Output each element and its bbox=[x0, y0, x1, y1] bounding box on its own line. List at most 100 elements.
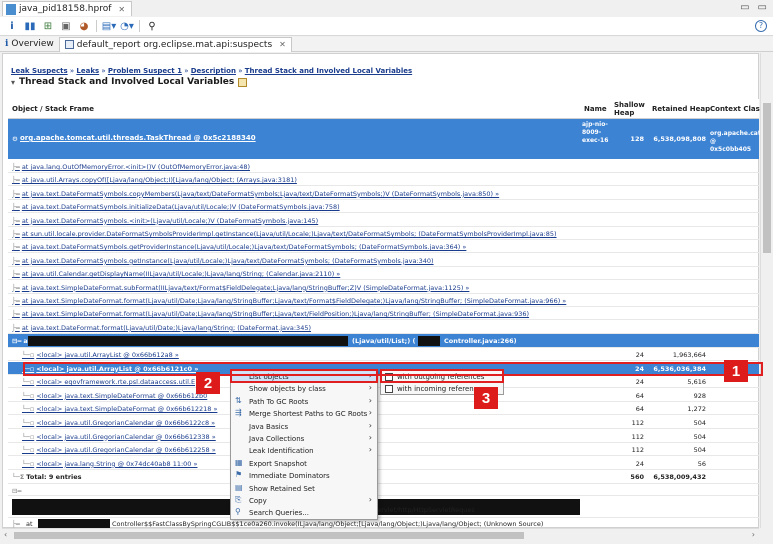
stack-frame-label[interactable]: at java.text.DateFormatSymbols.initializ… bbox=[22, 203, 340, 211]
menu-item-copy[interactable]: ⎘ Copy › bbox=[231, 495, 377, 507]
copy-icon[interactable] bbox=[238, 77, 248, 87]
stack-frame-row[interactable]: )Ljavax/servlet/http/HttpServletReques bbox=[8, 496, 759, 518]
top-consumers-icon[interactable]: ◕ bbox=[78, 20, 90, 32]
menu-item-label: Leak Identification bbox=[249, 447, 314, 456]
close-icon[interactable]: ✕ bbox=[118, 5, 125, 14]
local-variable-label[interactable]: <local> java.util.ArrayList @ 0x66b612a8… bbox=[36, 351, 179, 359]
stack-frame-label[interactable]: at java.util.Calendar.getDisplayName(IIL… bbox=[22, 270, 340, 278]
breadcrumb-leaks[interactable]: Leaks bbox=[76, 67, 99, 75]
scroll-right-icon[interactable]: › bbox=[752, 530, 755, 539]
local-variable-row[interactable]: └─▫ <local> java.util.ArrayList @ 0x66b61… bbox=[8, 348, 759, 361]
menu-item-java-collections[interactable]: Java Collections › bbox=[231, 433, 377, 445]
local-variable-label[interactable]: <local> java.util.GregorianCalendar @ 0x… bbox=[36, 419, 215, 427]
local-variable-row[interactable]: └─▫ <local> java.lang.String @ 0x74dc40ab… bbox=[8, 457, 759, 470]
local-variable-row[interactable]: └─▫ <local> java.util.GregorianCalendar @… bbox=[8, 416, 759, 429]
local-variable-label[interactable]: <local> java.util.GregorianCalendar @ 0x… bbox=[36, 433, 215, 441]
search-icon[interactable]: ⚲ bbox=[146, 20, 158, 32]
scroll-thumb[interactable] bbox=[763, 103, 771, 253]
local-variable-label[interactable]: <local> java.text.SimpleDateFormat @ 0x6… bbox=[36, 392, 207, 400]
shallow-heap-value: 112 bbox=[631, 446, 644, 455]
oql-icon[interactable]: ▣ bbox=[60, 20, 72, 32]
local-variable-label[interactable]: <local> eqovframework.rte.psl.dataaccess… bbox=[36, 378, 195, 386]
minimize-icon[interactable]: ▭ bbox=[740, 2, 749, 13]
breadcrumb-problem-suspect[interactable]: Problem Suspect 1 bbox=[108, 67, 182, 75]
local-variable-label[interactable]: <local> java.util.GregorianCalendar @ 0x… bbox=[36, 446, 215, 454]
tab-default-report[interactable]: default_report org.eclipse.mat.api:suspe… bbox=[58, 36, 292, 52]
object-icon: └─▫ bbox=[22, 405, 35, 414]
thread-row[interactable]: ⚙ org.apache.tomcat.util.threads.TaskThr… bbox=[8, 119, 761, 159]
object-icon: └─▫ bbox=[22, 351, 35, 359]
section-title: ▾ Thread Stack and Involved Local Variab… bbox=[11, 77, 248, 87]
menu-item-show-retained-set[interactable]: ▤ Show Retained Set bbox=[231, 483, 377, 495]
column-object[interactable]: Object / Stack Frame bbox=[12, 99, 94, 119]
menu-item-search-queries[interactable]: ⚲ Search Queries... bbox=[231, 507, 377, 519]
tree-line-icon: ├═ bbox=[12, 230, 20, 238]
info-icon[interactable]: i bbox=[6, 20, 18, 32]
stack-frame-row[interactable]: ├═ at java.text.SimpleDateFormat.subForma… bbox=[8, 281, 759, 294]
stack-frame-label[interactable]: at java.text.SimpleDateFormat.format(Lja… bbox=[22, 297, 566, 305]
menu-item-java-basics[interactable]: Java Basics › bbox=[231, 421, 377, 433]
scroll-thumb[interactable] bbox=[14, 532, 524, 539]
collapse-icon[interactable]: ▾ bbox=[11, 78, 15, 87]
total-label: Total: 9 entries bbox=[26, 473, 82, 481]
breadcrumb-thread-stack[interactable]: Thread Stack and Involved Local Variable… bbox=[245, 67, 412, 75]
stack-frame-row[interactable]: ⊟═ bbox=[8, 484, 759, 496]
menu-item-show-objects-by-class[interactable]: Show objects by class › bbox=[231, 383, 377, 395]
stack-frame-label[interactable]: at java.text.SimpleDateFormat.format(Lja… bbox=[22, 310, 529, 318]
shallow-heap-value: 112 bbox=[631, 432, 644, 441]
maximize-icon[interactable]: ▭ bbox=[758, 2, 767, 13]
breadcrumb-leak-suspects[interactable]: Leak Suspects bbox=[11, 67, 68, 75]
stack-frame-label[interactable]: at java.text.DateFormat.format(Ljava/uti… bbox=[22, 324, 311, 332]
local-variable-label[interactable]: <local> java.lang.String @ 0x74dc40ab8 1… bbox=[36, 460, 197, 468]
vertical-scrollbar[interactable] bbox=[760, 53, 772, 528]
stack-frame-label[interactable]: at java.text.DateFormatSymbols.<init>(Lj… bbox=[22, 217, 318, 225]
tree-line-icon: ├═ bbox=[12, 163, 20, 171]
controller-frame-row[interactable]: ⊟═ at (Ljava/util/List;) ( Controller.ja… bbox=[8, 334, 759, 348]
menu-item-immediate-dominators[interactable]: ⚑ Immediate Dominators bbox=[231, 470, 377, 482]
tab-overview[interactable]: i Overview bbox=[0, 37, 59, 52]
histogram-icon[interactable]: ▮▮ bbox=[24, 20, 36, 32]
stack-frame-row[interactable]: ├═ at java.text.SimpleDateFormat.format(L… bbox=[8, 294, 759, 307]
query-browser-icon[interactable]: ▤▾ bbox=[102, 20, 116, 32]
stack-frame-row[interactable]: ├═ at java.text.DateFormatSymbols.getInst… bbox=[8, 254, 759, 267]
stack-frame-row[interactable]: ├═ at java.text.DateFormatSymbols.initial… bbox=[8, 200, 759, 214]
stack-frame-label[interactable]: at java.lang.OutOfMemoryError.<init>()V … bbox=[22, 163, 250, 171]
column-shallow-heap[interactable]: Shallow Heap bbox=[614, 99, 648, 119]
menu-item-export-snapshot[interactable]: ▦ Export Snapshot bbox=[231, 458, 377, 470]
local-variable-label[interactable]: <local> java.text.SimpleDateFormat @ 0x6… bbox=[36, 405, 217, 413]
thread-shallow: 128 bbox=[630, 135, 644, 143]
local-variable-row[interactable]: └─▫ <local> java.util.GregorianCalendar @… bbox=[8, 430, 759, 443]
local-variable-row[interactable]: └─▫ <local> java.text.SimpleDateFormat @ … bbox=[8, 402, 759, 416]
column-name[interactable]: Name bbox=[584, 99, 607, 119]
stack-frame-label[interactable]: at java.text.SimpleDateFormat.subFormat(… bbox=[22, 284, 470, 292]
stack-frame-row[interactable]: ├═ at java.text.DateFormatSymbols.copyMem… bbox=[8, 187, 759, 200]
reports-icon[interactable]: ◔▾ bbox=[120, 20, 134, 32]
dominator-tree-icon[interactable]: ⊞ bbox=[42, 20, 54, 32]
stack-frame-label[interactable]: at java.text.DateFormatSymbols.copyMembe… bbox=[22, 190, 499, 198]
stack-frame-label[interactable]: at java.util.Arrays.copyOf([Ljava/lang/O… bbox=[22, 176, 297, 184]
stack-frame-row[interactable]: ├═ at java.text.DateFormatSymbols.<init>(… bbox=[8, 214, 759, 227]
stack-frame-label[interactable]: at java.text.DateFormatSymbols.getInstan… bbox=[22, 257, 434, 265]
stack-frame-row[interactable]: ├═ at java.text.SimpleDateFormat.format(L… bbox=[8, 307, 759, 321]
editor-tab[interactable]: java_pid18158.hprof ✕ bbox=[2, 1, 133, 16]
stack-frame-row[interactable]: ├═ at java.util.Calendar.getDisplayName(I… bbox=[8, 267, 759, 281]
stack-frame-row[interactable]: ├═ at java.text.DateFormat.format(Ljava/u… bbox=[8, 321, 759, 334]
breadcrumb-description[interactable]: Description bbox=[191, 67, 236, 75]
menu-item-leak-identification[interactable]: Leak Identification › bbox=[231, 445, 377, 457]
close-icon[interactable]: ✕ bbox=[279, 40, 286, 49]
menu-item-label: with incoming references bbox=[397, 385, 486, 393]
stack-frame-row[interactable]: ├═ at sun.util.locale.provider.DateFormat… bbox=[8, 227, 759, 240]
help-icon[interactable]: ? bbox=[755, 20, 767, 32]
stack-frame-row[interactable]: ├═ at java.text.DateFormatSymbols.getProv… bbox=[8, 240, 759, 254]
thread-label[interactable]: org.apache.tomcat.util.threads.TaskThrea… bbox=[20, 134, 256, 142]
menu-item-merge-shortest-paths-to-gc-roots[interactable]: ⇶ Merge Shortest Paths to GC Roots › bbox=[231, 408, 377, 420]
stack-frame-label[interactable]: at sun.util.locale.provider.DateFormatSy… bbox=[22, 230, 557, 238]
stack-frame-row[interactable]: ├═ at java.lang.OutOfMemoryError.<init>()… bbox=[8, 160, 759, 173]
stack-frame-label[interactable]: at java.text.DateFormatSymbols.getProvid… bbox=[22, 243, 467, 251]
column-retained-heap[interactable]: Retained Heap bbox=[652, 99, 710, 119]
stack-frame-row[interactable]: ├═ at java.util.Arrays.copyOf([Ljava/lang… bbox=[8, 173, 759, 187]
scroll-left-icon[interactable]: ‹ bbox=[4, 530, 7, 539]
local-variable-row[interactable]: └─▫ <local> java.util.GregorianCalendar @… bbox=[8, 443, 759, 457]
horizontal-scrollbar[interactable]: ‹ › bbox=[2, 528, 759, 541]
menu-item-path-to-gc-roots[interactable]: ⇅ Path To GC Roots › bbox=[231, 396, 377, 408]
